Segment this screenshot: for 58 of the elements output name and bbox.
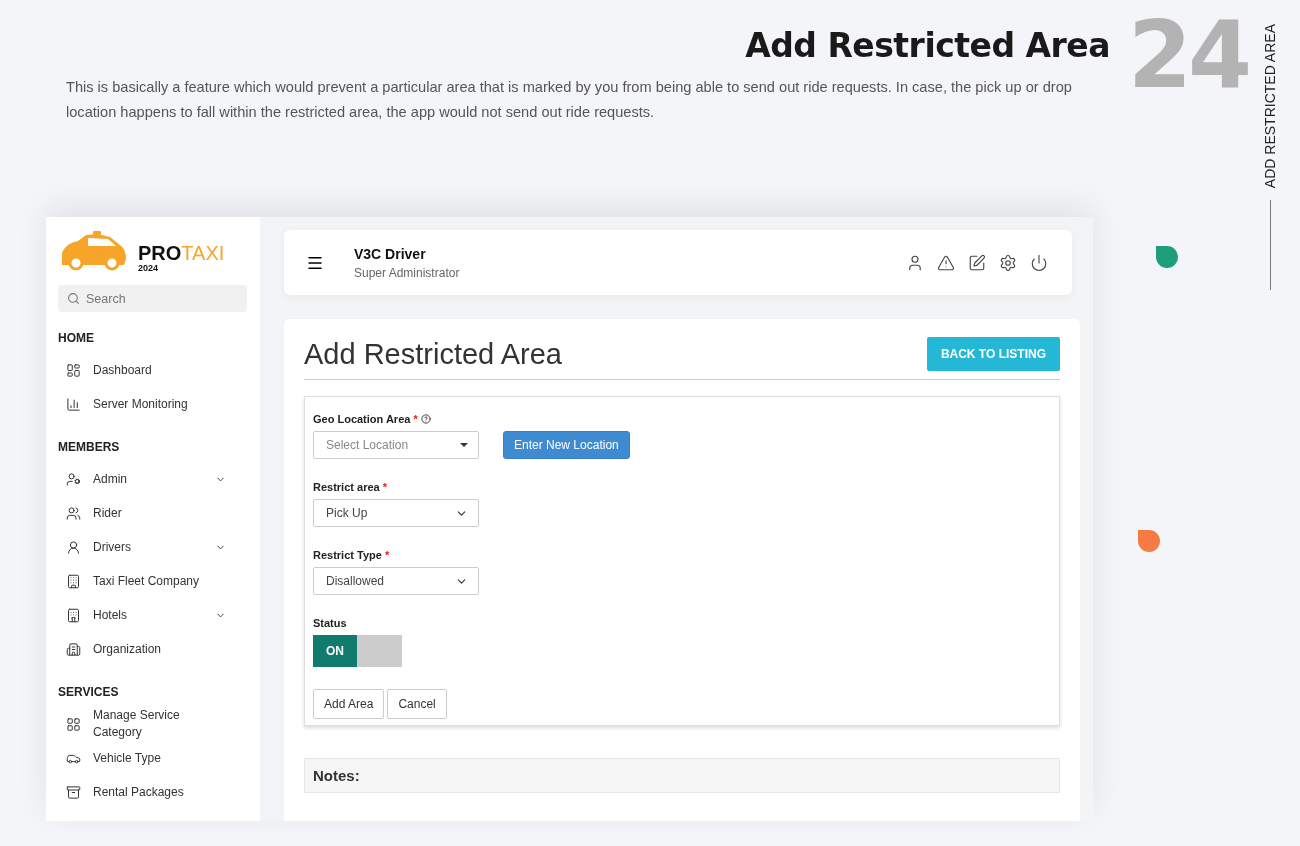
feature-description: This is basically a feature which would prevent a particular area that is marked by you from being able to send out ride requests. In case, the pick up or drop location happens to fall within the restricted area, the app would not send out ride requests. [66, 78, 1073, 122]
field-label: Status [313, 617, 348, 629]
user-icon[interactable] [906, 253, 924, 272]
grid-icon [66, 716, 81, 732]
form-title: Add Restricted Area [304, 337, 562, 371]
section-heading: MEMBERS [58, 440, 121, 454]
brand-name: PROTAXI [138, 243, 225, 263]
user-gear-icon [66, 471, 81, 487]
users-icon [66, 505, 81, 521]
search-icon [67, 292, 80, 305]
side-label: ADD RESTRICTED AREA [1262, 24, 1279, 189]
search-field[interactable]: Search [58, 285, 247, 312]
step-number: 24 [1128, 10, 1249, 102]
field-label: Restrict Type * [313, 549, 391, 561]
page-heading: Add Restricted Area [744, 26, 1110, 65]
sidebar-item[interactable]: Rental Packages [58, 775, 247, 809]
brand-year: 2024 [138, 263, 160, 273]
power-icon[interactable] [1030, 253, 1048, 272]
sidebar-item[interactable]: Admin [58, 462, 247, 496]
sidebar-item[interactable]: Manage Service Category [58, 707, 247, 741]
sidebar-item[interactable]: Server Monitoring [58, 387, 247, 421]
required-mark: * [413, 413, 418, 425]
field-label: Geo Location Area * [313, 413, 1051, 425]
chart-icon [66, 396, 81, 412]
sidebar-item[interactable]: Dashboard [58, 353, 247, 387]
location-dropdown[interactable]: Select Location [313, 431, 479, 459]
section-heading: HOME [58, 331, 95, 345]
field-label: Restrict area * [313, 481, 388, 493]
leaf-shape [1138, 530, 1160, 552]
dashboard-icon [66, 362, 81, 378]
sidebar-item[interactable]: Taxi Fleet Company [58, 564, 247, 598]
select-dropdown[interactable]: Disallowed [313, 567, 479, 595]
form-button[interactable]: Add Area [313, 689, 385, 719]
leaf-shape [1156, 246, 1178, 268]
select-dropdown[interactable]: Pick Up [313, 499, 479, 527]
settings-icon[interactable] [999, 253, 1017, 272]
section-heading: SERVICES [58, 685, 120, 699]
form-button[interactable]: Cancel [387, 689, 447, 719]
archive-icon [66, 784, 81, 800]
building-icon [66, 641, 81, 657]
edit-icon[interactable] [968, 253, 986, 272]
building-icon [66, 573, 81, 589]
user-role: Super Administrator [354, 265, 461, 280]
enter-new-location-button[interactable]: Enter New Location [503, 431, 630, 459]
caret-icon [460, 443, 468, 447]
sidebar-item[interactable]: Organization [58, 632, 247, 666]
sidebar-item[interactable]: Drivers [58, 530, 247, 564]
hotel-icon [66, 607, 81, 623]
help-icon[interactable] [420, 414, 431, 424]
sidebar-item[interactable]: Vehicle Type [58, 741, 247, 775]
sidebar-item[interactable]: Hotels [58, 598, 247, 632]
required-mark: * [382, 481, 387, 493]
user-name: V3C Driver [354, 245, 427, 262]
required-mark: * [384, 549, 390, 561]
sidebar-item[interactable]: Rider [58, 496, 247, 530]
notes-title: Notes: [313, 767, 361, 784]
warning-icon[interactable] [937, 253, 955, 272]
user-icon [66, 539, 81, 555]
